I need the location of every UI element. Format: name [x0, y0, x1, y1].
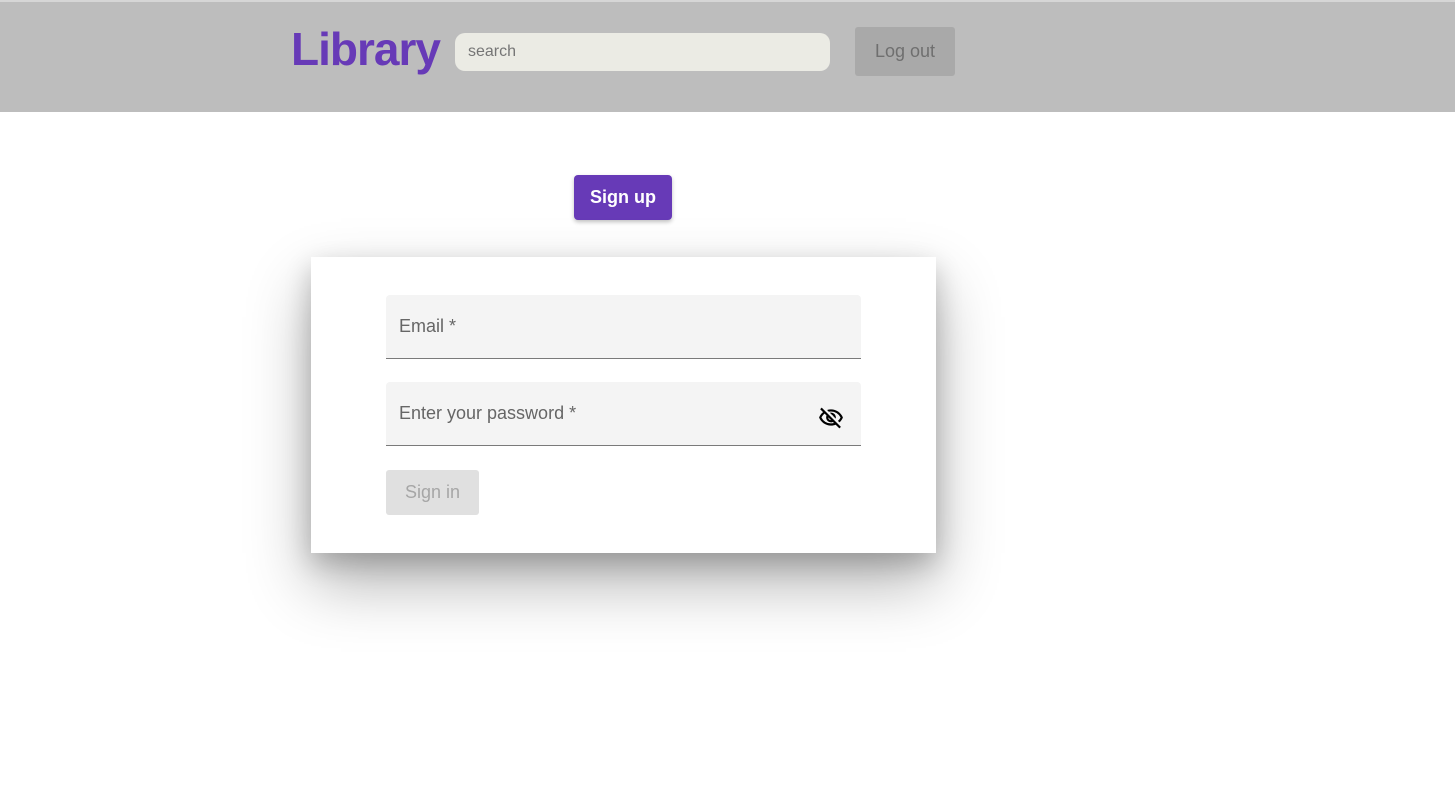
- logout-button[interactable]: Log out: [855, 27, 955, 76]
- sign-in-card: Email * Enter your password * Sign in: [311, 257, 936, 553]
- visibility-off-icon[interactable]: [818, 405, 844, 431]
- sign-in-button[interactable]: Sign in: [386, 470, 479, 515]
- app-header: Library Log out: [0, 2, 1455, 112]
- brand-logo[interactable]: Library: [291, 22, 441, 76]
- email-field[interactable]: Email *: [386, 295, 861, 359]
- password-field-label: Enter your password *: [399, 403, 577, 423]
- search-input[interactable]: [455, 33, 830, 71]
- password-field[interactable]: Enter your password *: [386, 382, 861, 446]
- email-field-label: Email *: [399, 316, 457, 336]
- sign-up-button[interactable]: Sign up: [574, 175, 672, 220]
